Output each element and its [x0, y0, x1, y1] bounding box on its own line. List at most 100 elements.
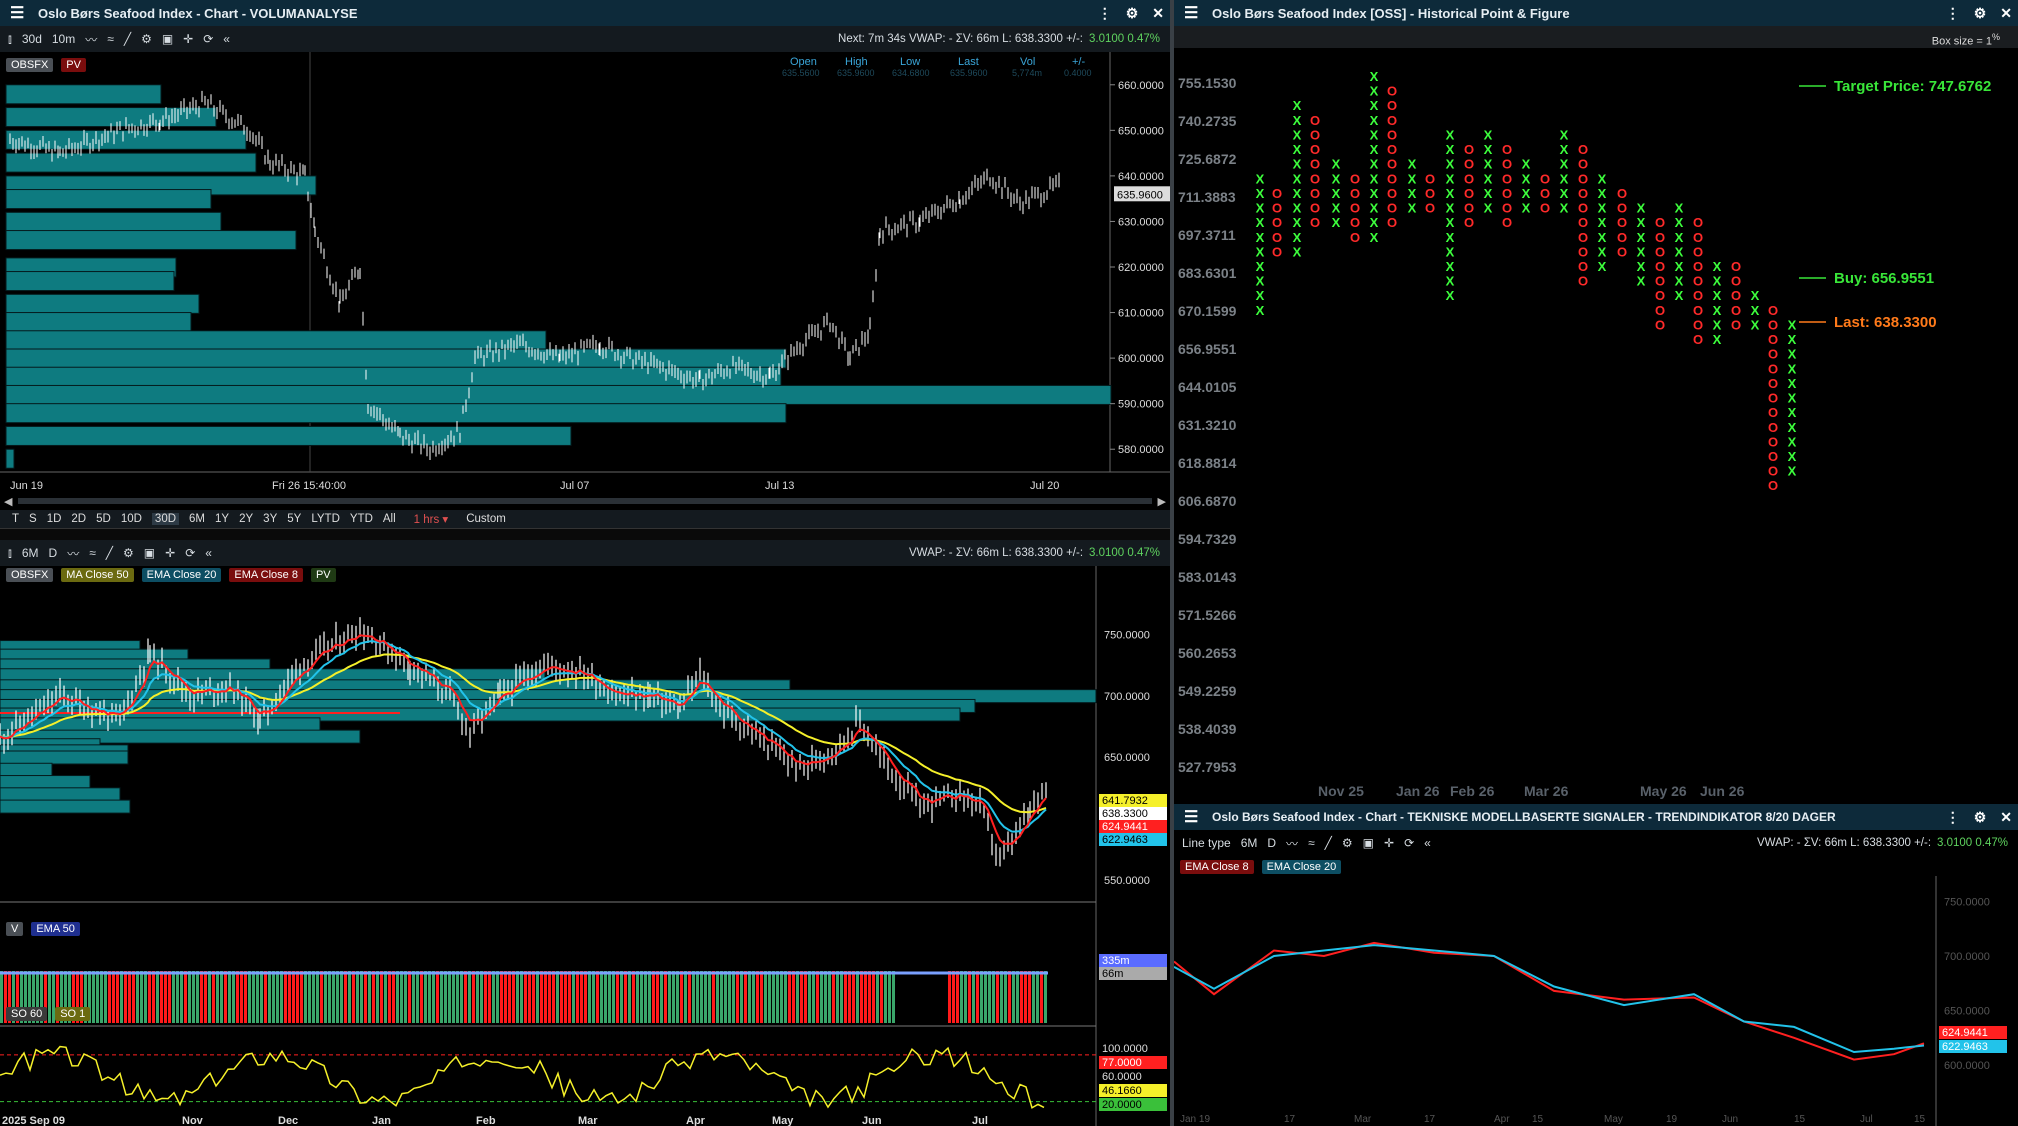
volume-bar: [880, 971, 883, 1023]
range-button-t[interactable]: T: [12, 513, 19, 525]
volume-bar: [632, 971, 635, 1023]
volume-bar: [536, 971, 539, 1023]
scroll-right-icon[interactable]: ▶: [1158, 495, 1166, 508]
refresh-icon[interactable]: ⟳: [203, 32, 213, 46]
interval-button[interactable]: D: [49, 546, 58, 560]
candlestick-icon[interactable]: ⫾: [8, 546, 12, 561]
range-button-5y[interactable]: 5Y: [287, 513, 301, 525]
indicator-icon[interactable]: 〰: [67, 545, 79, 562]
range-button-10d[interactable]: 10D: [121, 513, 142, 525]
trend-indicator-chart[interactable]: 750.0000 700.0000 650.0000 600.0000 624.9441…: [1174, 876, 2018, 1126]
range-button-6m[interactable]: 6M: [189, 513, 205, 525]
refresh-icon[interactable]: ⟳: [1404, 836, 1414, 850]
point-figure-chart[interactable]: 755.1530 740.2735 725.6872 711.3883 697.3711…: [1174, 48, 2018, 804]
daily-price-chart[interactable]: 750.0000700.0000650.0000600.0000550.0000…: [0, 566, 1170, 1126]
range-button-2y[interactable]: 2Y: [239, 513, 253, 525]
legend-so1[interactable]: SO 1: [55, 1007, 91, 1021]
horizontal-splitter[interactable]: [0, 528, 1170, 540]
crosshair-icon[interactable]: ✛: [1384, 836, 1394, 850]
refresh-icon[interactable]: ⟳: [185, 546, 195, 560]
hamburger-menu-icon[interactable]: ☰: [10, 3, 26, 23]
collapse-icon[interactable]: «: [1424, 836, 1431, 850]
range-button-1d[interactable]: 1D: [47, 513, 62, 525]
draw-line-icon[interactable]: ╱: [124, 32, 131, 46]
volume-bar: [468, 971, 471, 1023]
gear-icon[interactable]: ⚙: [1342, 836, 1353, 850]
volume-analysis-chart[interactable]: 660.0000 650.0000 640.0000 630.0000 620.0000…: [0, 52, 1170, 492]
draw-line-icon[interactable]: ╱: [1325, 836, 1332, 850]
range-button-30d[interactable]: 30D: [151, 513, 180, 525]
interval-button[interactable]: 10m: [52, 32, 75, 46]
more-options-icon[interactable]: ⋮: [1946, 5, 1960, 22]
period-button[interactable]: 6M: [1241, 836, 1258, 850]
legend-ema20[interactable]: EMA Close 20: [1261, 860, 1342, 874]
volume-bar: [264, 971, 267, 1023]
volume-bar: [312, 971, 315, 1023]
box-size-label[interactable]: Box size = 1: [1932, 36, 1992, 48]
scroll-left-icon[interactable]: ◀: [4, 495, 12, 508]
volume-analysis-titlebar[interactable]: ☰ Oslo Børs Seafood Index - Chart - VOLU…: [0, 0, 1170, 26]
range-button-ytd[interactable]: YTD: [350, 513, 373, 525]
pf-o-mark: O: [1617, 201, 1627, 216]
template-icon[interactable]: ▣: [1363, 836, 1374, 850]
template-icon[interactable]: ▣: [144, 546, 155, 560]
volume-profile-bar: [5, 230, 297, 251]
interval-dropdown[interactable]: 1 hrs ▾: [414, 512, 449, 526]
pf-x-mark: X: [1446, 230, 1455, 245]
hamburger-menu-icon[interactable]: ☰: [1184, 3, 1200, 23]
range-button-all[interactable]: All: [383, 513, 396, 525]
compare-icon[interactable]: ≈: [89, 546, 96, 560]
point-figure-titlebar[interactable]: ☰ Oslo Børs Seafood Index [OSS] - Histor…: [1174, 0, 2018, 26]
horizontal-scrollbar[interactable]: [18, 498, 1152, 504]
custom-range-button[interactable]: Custom: [466, 513, 506, 525]
settings-icon[interactable]: ⚙: [1974, 5, 1987, 22]
crosshair-icon[interactable]: ✛: [165, 546, 175, 560]
vertical-splitter[interactable]: [1170, 0, 1174, 1126]
draw-line-icon[interactable]: ╱: [106, 546, 113, 560]
volume-bar: [408, 971, 411, 1023]
legend-so60[interactable]: SO 60: [6, 1007, 48, 1021]
close-icon[interactable]: ✕: [1152, 5, 1164, 22]
trend-indicator-titlebar[interactable]: ☰ Oslo Børs Seafood Index - Chart - TEKN…: [1174, 804, 2018, 830]
pf-x-mark: X: [1522, 171, 1531, 186]
close-icon[interactable]: ✕: [2000, 5, 2012, 22]
collapse-icon[interactable]: «: [223, 32, 230, 46]
collapse-icon[interactable]: «: [205, 546, 212, 560]
legend-volume-ema[interactable]: EMA 50: [31, 922, 80, 936]
volume-bar: [348, 971, 351, 1023]
period-button[interactable]: 6M: [22, 546, 39, 560]
legend-volume[interactable]: V: [6, 922, 24, 936]
settings-icon[interactable]: ⚙: [1974, 809, 1987, 826]
pf-o-mark: O: [1272, 186, 1282, 201]
line-type-button[interactable]: Line type: [1182, 836, 1231, 850]
volume-bar: [984, 971, 987, 1023]
more-options-icon[interactable]: ⋮: [1098, 5, 1112, 22]
range-button-5d[interactable]: 5D: [96, 513, 111, 525]
close-icon[interactable]: ✕: [2000, 809, 2012, 826]
range-button-1y[interactable]: 1Y: [215, 513, 229, 525]
volume-bar: [852, 971, 855, 1023]
compare-icon[interactable]: ≈: [107, 32, 114, 46]
range-button-s[interactable]: S: [29, 513, 37, 525]
indicator-icon[interactable]: 〰: [85, 31, 97, 48]
settings-icon[interactable]: ⚙: [1126, 5, 1139, 22]
gear-icon[interactable]: ⚙: [141, 32, 152, 46]
volume-profile-bar: [5, 425, 572, 446]
compare-icon[interactable]: ≈: [1308, 836, 1315, 850]
legend-ema8[interactable]: EMA Close 8: [1180, 860, 1254, 874]
indicator-icon[interactable]: 〰: [1286, 835, 1298, 852]
hamburger-menu-icon[interactable]: ☰: [1184, 807, 1200, 827]
period-button[interactable]: 30d: [22, 32, 42, 46]
range-button-3y[interactable]: 3Y: [263, 513, 277, 525]
box-size-unit: %: [1991, 32, 2000, 42]
range-button-lytd[interactable]: LYTD: [311, 513, 340, 525]
more-options-icon[interactable]: ⋮: [1946, 809, 1960, 826]
y-tick-label: 660.0000: [1118, 80, 1164, 92]
candlestick-icon[interactable]: ⫾: [8, 32, 12, 47]
range-button-2d[interactable]: 2D: [71, 513, 86, 525]
template-icon[interactable]: ▣: [162, 32, 173, 46]
crosshair-icon[interactable]: ✛: [183, 32, 193, 46]
gear-icon[interactable]: ⚙: [123, 546, 134, 560]
price-tag: 641.7932: [1102, 795, 1148, 807]
interval-button[interactable]: D: [1267, 836, 1276, 850]
